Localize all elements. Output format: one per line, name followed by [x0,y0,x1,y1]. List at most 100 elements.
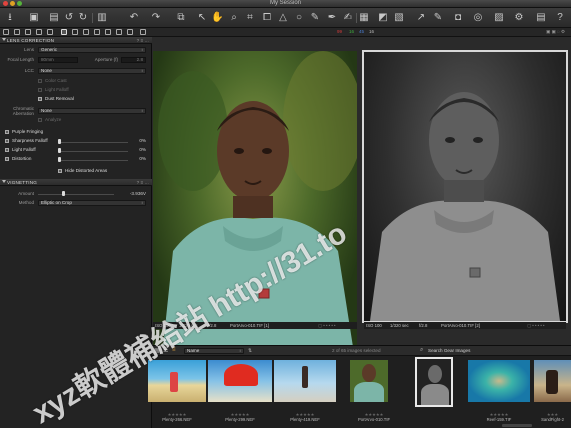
left-rating-stars[interactable]: ▢ • • • • • [318,322,336,329]
light-falloff-slider[interactable] [58,151,128,152]
light-falloff-knob[interactable] [58,148,61,153]
undo-icon[interactable]: ↶ [128,12,140,24]
left-photo[interactable] [153,51,357,347]
lcc-dropdown[interactable]: None ↕ [38,68,146,74]
search-input[interactable]: Search Gear Images [428,348,470,353]
lens-tab-icon[interactable] [47,29,53,35]
dust-removal-checkbox[interactable] [38,97,42,101]
list-view-icon[interactable]: ☰ [163,347,168,354]
distortion-knob[interactable] [58,157,61,162]
rating-count-green[interactable]: 16 [349,29,354,34]
right-rating-stars[interactable]: ▢ • • • • • [527,322,545,329]
amount-label: Amount [18,191,34,196]
mask-brush-icon[interactable]: ✎ [309,12,321,24]
lens-dropdown[interactable]: Generic ↕ [38,47,146,53]
print-icon[interactable]: ▨ [493,12,505,24]
sharpness-falloff-checkbox[interactable] [5,139,9,143]
aperture-field[interactable]: 2.8 [121,57,146,63]
sort-direction-icon[interactable]: ⇅ [248,348,252,354]
thumbnail-reef[interactable] [468,360,530,402]
color-tab-icon[interactable] [25,29,31,35]
thumbnail-name: Plenty-299.NEF [225,416,255,422]
chromatic-aberration-dropdown[interactable]: None ↕ [38,108,146,114]
grid-icon[interactable]: ▦ [358,12,370,24]
rating-count-red[interactable]: 99 [337,29,342,34]
light-falloff-2-checkbox[interactable] [5,148,9,152]
adjust-tab-icon[interactable] [94,29,100,35]
right-aperture: f/2.8 [419,323,428,328]
help-icon[interactable]: ? [554,12,566,24]
exposure-warning-icon[interactable]: ◩ [377,12,389,24]
sort-dropdown[interactable]: Name ↕ [184,348,244,354]
proof-icon[interactable]: ▧ [393,12,405,24]
color-picker-icon[interactable]: ✒ [326,12,338,24]
thumbnail-beach[interactable] [148,360,206,402]
rating-count-blue[interactable]: 45 [359,29,364,34]
vignetting-header[interactable]: VIGNETTING ? ≡ … [0,179,152,186]
rotate-right-icon[interactable]: ↻ [77,12,89,24]
cursor-icon[interactable]: ↗ [415,12,427,24]
color-cast-checkbox[interactable] [38,79,42,83]
lens-correction-header[interactable]: LENS CORRECTION ? ≡ … [0,37,152,44]
section-actions-icon[interactable]: ? ≡ … [137,179,149,186]
method-label: Method [18,200,34,205]
distortion-slider[interactable] [58,160,128,161]
settings-icon[interactable]: ⚙ [513,12,525,24]
target-icon[interactable]: ◎ [472,12,484,24]
purple-fringing-checkbox[interactable] [5,130,9,134]
pan-tool-icon[interactable]: ✋ [211,12,223,24]
local-tab-icon[interactable] [83,29,89,35]
details-tab-icon[interactable] [72,29,78,35]
library-tab-icon[interactable] [3,29,9,35]
grid-view-icon[interactable]: ▦ [154,347,160,354]
section-actions-icon[interactable]: ? ≡ … [137,37,149,44]
amount-knob[interactable] [62,191,65,196]
thumbnail-shirt [354,382,384,402]
folder-icon[interactable]: ▥ [96,12,108,24]
metadata-tab-icon[interactable] [105,29,111,35]
info-icon[interactable]: ▤ [535,12,547,24]
crop-tool-icon[interactable]: ⌗ [244,12,256,24]
rating-count-gray[interactable]: 16 [369,29,374,34]
keystone-tool-icon[interactable]: △ [277,12,289,24]
exposure-tab-icon[interactable] [36,29,42,35]
rotate-left-icon[interactable]: ↺ [63,12,75,24]
cursor-tool-icon[interactable]: ↖ [196,12,208,24]
straighten-tool-icon[interactable]: ⧠ [261,12,273,24]
distortion-checkbox[interactable] [5,157,9,161]
sharpness-falloff-knob[interactable] [58,139,61,144]
copy-adjustments-icon[interactable]: ⧉ [175,12,187,24]
capture-icon[interactable]: ▣ [28,12,40,24]
edit-icon[interactable]: ✎ [432,12,444,24]
analyze-checkbox[interactable] [38,118,42,122]
capture-tab-icon[interactable] [14,29,20,35]
camera-icon[interactable]: ◘ [452,12,464,24]
batch-tab-icon[interactable] [127,29,133,35]
output-tab-icon[interactable] [116,29,122,35]
thumbnail-portrait-bw-selected[interactable] [415,357,453,407]
thumbnail-portrait-color[interactable] [350,360,388,402]
amount-slider[interactable] [38,194,114,195]
gear-tab-icon[interactable] [140,29,146,35]
hide-distorted-checkbox[interactable] [58,169,62,173]
browser-scroll-indicator[interactable] [502,424,532,427]
thumbnail-jump[interactable] [274,360,336,402]
spot-removal-icon[interactable]: ○ [293,12,305,24]
zoom-tool-icon[interactable]: ⌕ [228,12,240,24]
redo-icon[interactable]: ↷ [150,12,162,24]
viewer-options-icon[interactable]: ▣ ▣ ◌ ⚙ [546,29,565,35]
import-icon[interactable]: ⭳ [4,12,16,24]
filmstrip-view-icon[interactable]: ≡ [172,347,176,353]
collapse-arrow-icon[interactable] [2,38,6,41]
light-falloff-checkbox[interactable] [38,88,42,92]
thumbnail-sandfight[interactable] [534,360,571,402]
method-dropdown[interactable]: Elliptic on Crop ↕ [38,200,146,206]
composition-tab-icon[interactable] [61,29,67,35]
annotate-icon[interactable]: ✍ [342,12,354,24]
output-icon[interactable]: ▤ [48,12,60,24]
thumbnail-caption: ★★★ SandFight-2 [534,412,571,422]
thumbnail-umbrella[interactable] [208,360,272,402]
collapse-arrow-icon[interactable] [2,180,6,183]
sharpness-falloff-slider[interactable] [58,142,128,143]
focal-length-field[interactable]: 80mm [38,57,78,63]
